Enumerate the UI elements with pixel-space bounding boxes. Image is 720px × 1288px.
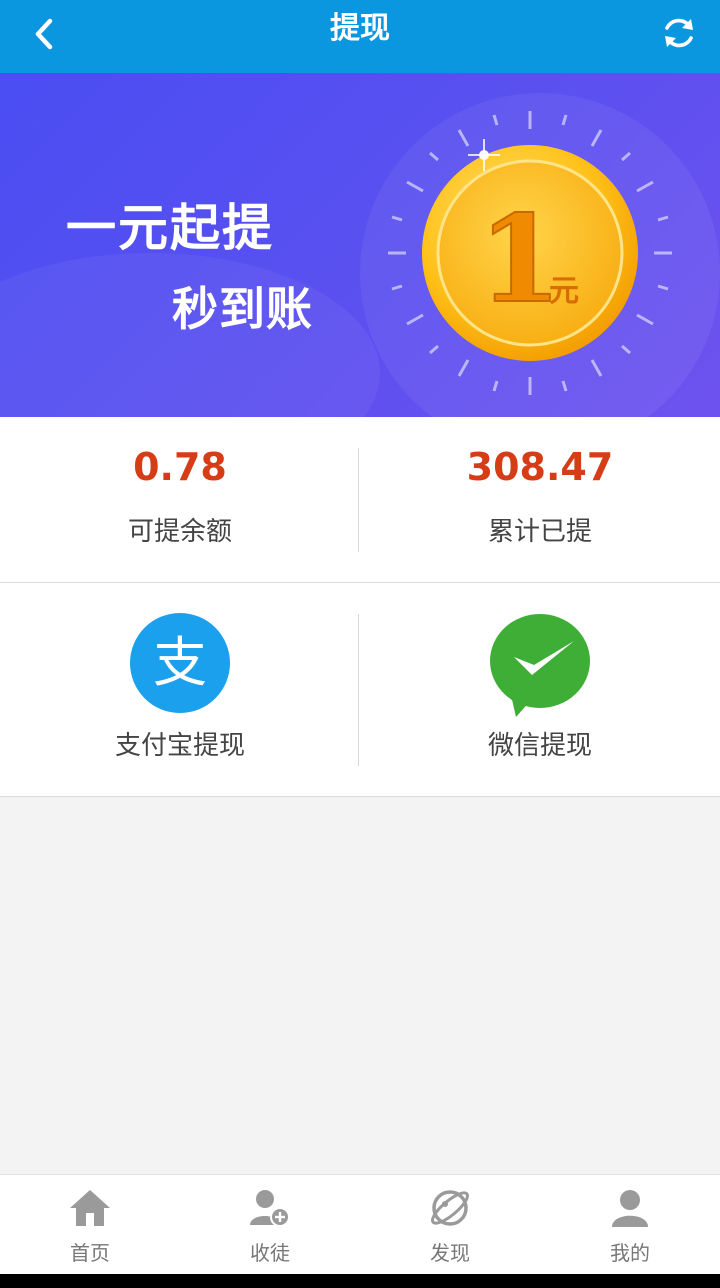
tab-recruit[interactable]: 收徒: [180, 1175, 360, 1275]
coin-unit: 元: [549, 274, 579, 309]
banner-subheadline: 秒到账: [172, 282, 313, 336]
available-balance-label: 可提余额: [127, 517, 232, 547]
alipay-withdraw-label: 支付宝提现: [114, 731, 245, 761]
available-balance-amount: 0.78: [133, 445, 227, 489]
tab-discover-label: 发现: [430, 1241, 470, 1265]
user-icon: [612, 1190, 648, 1227]
divider: [358, 614, 359, 766]
wechat-withdraw-label: 微信提现: [487, 731, 592, 761]
tab-home[interactable]: 首页: [0, 1175, 180, 1275]
total-withdrawn-amount: 308.47: [466, 445, 614, 489]
bottom-nav: 首页 收徒 发现 我的: [0, 1174, 720, 1274]
alipay-icon-glyph: 支: [153, 631, 207, 694]
total-withdrawn: 308.47 累计已提: [360, 417, 720, 583]
tab-home-label: 首页: [70, 1241, 110, 1265]
discover-icon: [431, 1190, 469, 1226]
divider: [358, 448, 359, 552]
total-withdrawn-label: 累计已提: [487, 517, 592, 547]
gold-coin-icon: 1 元: [388, 111, 672, 395]
tab-mine-label: 我的: [610, 1241, 650, 1265]
alipay-withdraw-button[interactable]: 支 支付宝提现: [0, 583, 360, 797]
withdraw-methods: 支 支付宝提现 微信提现: [0, 583, 720, 797]
system-bottom-strip: [0, 1274, 720, 1288]
top-bar: 提现: [0, 0, 720, 73]
tab-recruit-label: 收徒: [250, 1241, 290, 1265]
banner-headline: 一元起提: [66, 199, 274, 257]
home-icon: [70, 1190, 110, 1226]
balance-summary: 0.78 可提余额 308.47 累计已提: [0, 417, 720, 583]
refresh-button[interactable]: [656, 10, 702, 56]
available-balance: 0.78 可提余额: [0, 417, 360, 583]
refresh-icon: [665, 18, 693, 48]
promo-banner[interactable]: 一元起提 秒到账 1 元: [0, 73, 720, 417]
tab-discover[interactable]: 发现: [360, 1175, 540, 1275]
page-title: 提现: [330, 11, 390, 46]
alipay-icon: 支: [130, 613, 230, 717]
wechat-withdraw-button[interactable]: 微信提现: [360, 583, 720, 797]
tab-mine[interactable]: 我的: [540, 1175, 720, 1275]
wechat-pay-icon: [490, 613, 590, 717]
add-user-icon: [250, 1190, 290, 1227]
